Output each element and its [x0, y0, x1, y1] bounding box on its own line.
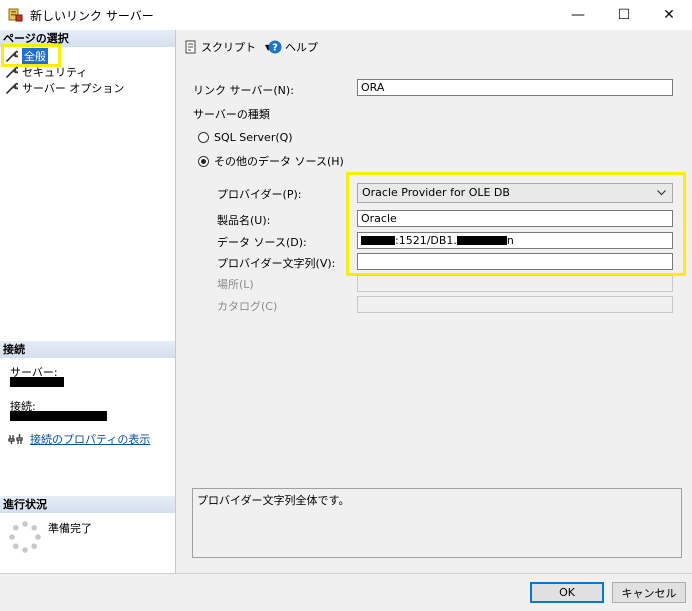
close-icon: ✕ [663, 7, 675, 23]
nav-item-security[interactable]: セキュリティ [6, 64, 87, 80]
description-text: プロバイダー文字列全体です。 [197, 494, 350, 507]
close-button[interactable]: ✕ [646, 0, 692, 30]
data-source-input[interactable]: :1521/DB1. n [357, 232, 673, 249]
wrench-icon [6, 66, 18, 78]
data-source-label: データ ソース(D): [217, 236, 307, 249]
description-box: プロバイダー文字列全体です。 [192, 488, 682, 558]
progress-spinner-icon [9, 521, 41, 553]
provider-string-label: プロバイダー文字列(V): [217, 257, 336, 270]
data-source-tail-text: n [506, 234, 514, 247]
radio-button[interactable] [198, 132, 209, 143]
maximize-icon: ☐ [617, 7, 631, 23]
connection-properties[interactable]: 接続のプロパティの表示 [8, 431, 150, 447]
maximize-button[interactable]: ☐ [601, 0, 647, 30]
data-source-redacted-host [361, 236, 395, 245]
server-value-redacted [10, 377, 64, 387]
script-label: スクリプト [201, 41, 256, 54]
server-type-label: サーバーの種類 [193, 108, 270, 121]
wrench-icon [6, 82, 18, 94]
nav-item-server-options[interactable]: サーバー オプション [6, 80, 124, 96]
provider-label: プロバイダー(P): [217, 188, 302, 201]
sql-server-radio[interactable]: SQL Server(Q) [198, 131, 293, 144]
nav-item-security-label: セキュリティ [22, 66, 88, 79]
location-label: 場所(L) [217, 278, 254, 291]
wrench-icon [6, 50, 18, 62]
sql-server-radio-label: SQL Server(Q) [214, 131, 293, 144]
help-label: ヘルプ [285, 41, 318, 54]
linked-server-icon [8, 8, 23, 22]
nav-item-general-label: 全般 [22, 48, 48, 64]
progress-status: 準備完了 [48, 522, 92, 535]
minimize-icon: — [571, 7, 585, 23]
main-panel: スクリプト ▼ ? ヘルプ リンク サーバー(N): ORA サーバーの種類 S… [176, 30, 692, 573]
data-source-redacted-domain [456, 236, 507, 245]
data-source-visible-text: :1521/DB1. [395, 234, 457, 247]
title-bar: 新しいリンク サーバー — ☐ ✕ [0, 0, 692, 30]
connection-header: 接続 [0, 341, 175, 358]
catalog-input [357, 296, 673, 313]
cancel-button[interactable]: キャンセル [612, 582, 686, 603]
radio-dot [201, 158, 206, 164]
linked-server-input[interactable]: ORA [357, 79, 673, 96]
help-button[interactable]: ? ヘルプ [268, 39, 318, 55]
radio-button-selected[interactable] [198, 155, 209, 167]
nav-item-general[interactable]: 全般 [6, 48, 48, 64]
other-source-radio-label: その他のデータ ソース(H) [214, 155, 344, 168]
left-panel: ページの選択 全般 セキュリティ サーバー オプション 接続 サーバー: 接続:… [0, 30, 176, 573]
connection-properties-link[interactable]: 接続のプロパティの表示 [30, 431, 150, 447]
catalog-label: カタログ(C) [217, 300, 278, 313]
nav-item-server-options-label: サーバー オプション [22, 82, 125, 95]
other-source-radio[interactable]: その他のデータ ソース(H) [198, 153, 344, 169]
footer: OK キャンセル [0, 573, 692, 611]
connection-plug-icon [8, 434, 23, 444]
product-name-input[interactable]: Oracle [357, 210, 673, 227]
help-icon: ? [268, 40, 282, 54]
window-title: 新しいリンク サーバー [30, 9, 154, 23]
chevron-down-icon [657, 190, 666, 196]
connection-value-redacted [10, 411, 107, 421]
svg-text:?: ? [272, 43, 278, 54]
location-input [357, 275, 673, 292]
script-icon [185, 40, 196, 54]
minimize-button[interactable]: — [555, 0, 601, 30]
ok-button[interactable]: OK [530, 582, 604, 603]
product-name-label: 製品名(U): [217, 214, 271, 227]
script-button[interactable]: スクリプト ▼ [184, 39, 271, 55]
provider-string-input[interactable] [357, 253, 673, 270]
progress-header: 進行状況 [0, 496, 175, 513]
linked-server-label: リンク サーバー(N): [193, 84, 294, 97]
provider-select-value: Oracle Provider for OLE DB [362, 186, 510, 199]
provider-select[interactable]: Oracle Provider for OLE DB [357, 183, 673, 203]
